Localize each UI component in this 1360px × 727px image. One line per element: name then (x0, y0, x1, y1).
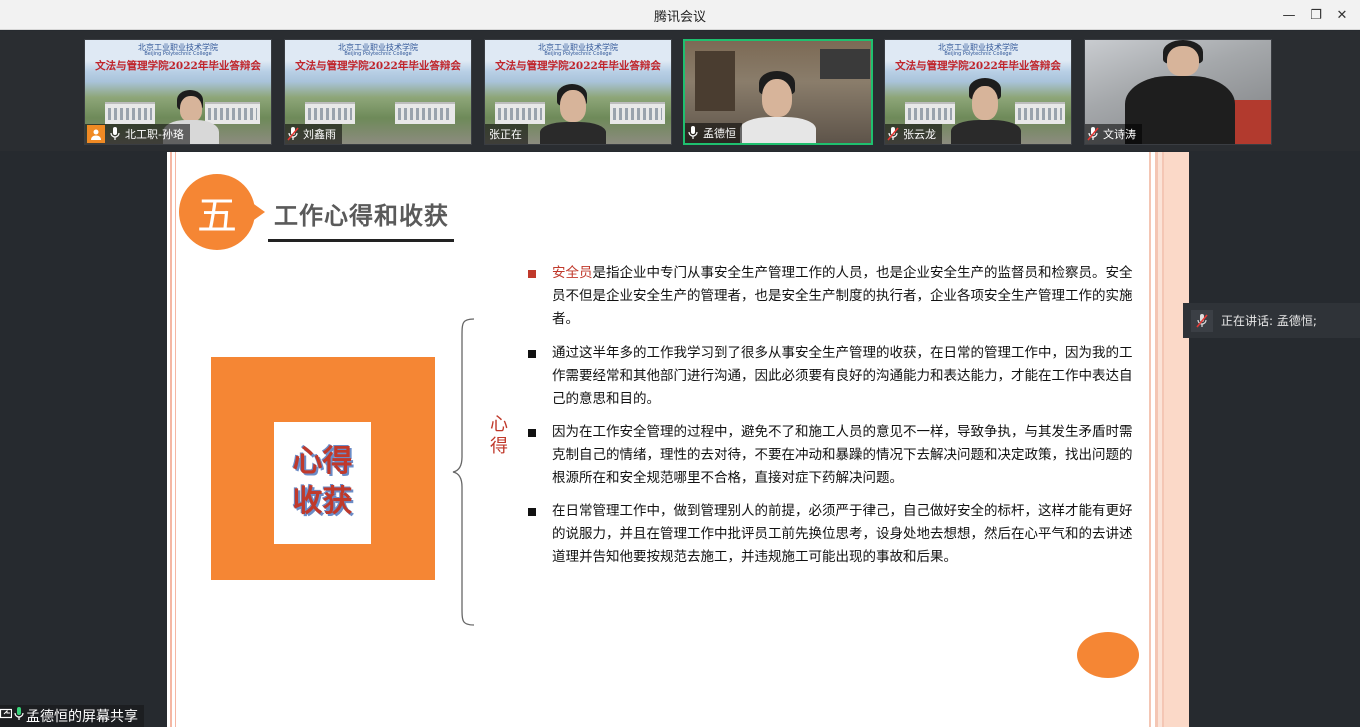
bullet-item-4: 在日常管理工作中，做到管理别人的前提，必须严于律己，自己做好安全的标杆，这样才能… (527, 500, 1139, 569)
person-face (762, 79, 792, 117)
participant-name: 刘鑫雨 (303, 128, 336, 141)
slide-left-border (170, 152, 176, 727)
section-number-pointer (251, 202, 265, 222)
bullet-square-icon (528, 270, 536, 278)
mic-icon (687, 126, 699, 140)
restore-button[interactable]: ❐ (1306, 5, 1326, 25)
banner-school-en: Beijing Polytechnic College (144, 51, 212, 57)
close-button[interactable]: ✕ (1332, 5, 1352, 25)
bullet-text: 通过这半年多的工作我学习到了很多从事安全生产管理的收获，在日常的管理工作中，因为… (552, 345, 1133, 407)
video-tile-1[interactable]: 北京工业职业技术学院 Beijing Polytechnic College 文… (84, 39, 272, 145)
person-face (972, 86, 998, 120)
bullet-item-1: 安全员是指企业中专门从事安全生产管理工作的人员，也是企业安全生产的监督员和检察员… (527, 262, 1139, 331)
building-graphic (495, 102, 545, 124)
banner-school-en: Beijing Polytechnic College (544, 51, 612, 57)
window-title: 腾讯会议 (653, 10, 706, 25)
banner-title: 文法与管理学院2022年毕业答辩会 (495, 60, 661, 72)
speaking-label: 正在讲话: 孟德恒; (1221, 314, 1317, 328)
title-bar: 腾讯会议 — ❐ ✕ (0, 0, 1360, 30)
participant-name: 张云龙 (903, 128, 936, 141)
section-title-underline (268, 239, 454, 242)
bullet-highlight: 安全员 (552, 265, 593, 281)
person-face (1167, 46, 1199, 76)
building-graphic (105, 102, 155, 124)
box-caption: 心得 收获 (274, 442, 371, 522)
speaking-indicator[interactable]: 正在讲话: 孟德恒; (1183, 303, 1360, 338)
shelf-graphic (695, 51, 735, 111)
curly-brace-icon (452, 318, 475, 626)
participant-namebar: 孟德恒 (685, 123, 742, 143)
person-body (540, 122, 606, 144)
section-title: 工作心得和收获 (274, 202, 449, 230)
bullet-item-2: 通过这半年多的工作我学习到了很多从事安全生产管理的收获，在日常的管理工作中，因为… (527, 342, 1139, 411)
bag-graphic (820, 49, 870, 79)
bullet-text: 是指企业中专门从事安全生产管理工作的人员，也是企业安全生产的监督员和检察员。安全… (552, 265, 1133, 327)
mic-muted-icon (1191, 309, 1213, 332)
video-tile-6[interactable]: 文诗涛 (1084, 39, 1272, 145)
bullet-text: 因为在工作安全管理的过程中，避免不了和施工人员的意见不一样，导致争执，与其发生矛… (552, 424, 1133, 486)
participant-name: 孟德恒 (703, 127, 736, 140)
participant-namebar: 文诗涛 (1085, 124, 1142, 144)
person-face (180, 96, 202, 122)
building-graphic (905, 102, 955, 124)
user-avatar-icon (87, 125, 105, 143)
video-tile-4-active[interactable]: 孟德恒 (683, 39, 873, 145)
participant-name: 文诗涛 (1103, 128, 1136, 141)
shared-screen[interactable]: 五 工作心得和收获 心得 收获 心得 安全员是指企业中专门从事安全生产管理工作的… (167, 152, 1189, 727)
banner-title: 文法与管理学院2022年毕业答辩会 (895, 60, 1061, 72)
box-caption-line-1: 心得 (292, 444, 353, 479)
person-body (951, 120, 1021, 144)
banner-title: 文法与管理学院2022年毕业答辩会 (295, 60, 461, 72)
mic-muted-icon (887, 127, 899, 141)
section-number-circle: 五 (179, 174, 255, 250)
video-tile-2[interactable]: 北京工业职业技术学院 Beijing Polytechnic College 文… (284, 39, 472, 145)
building-graphic (610, 102, 665, 124)
mic-muted-icon (287, 127, 299, 141)
screen-share-label[interactable]: 孟德恒的屏幕共享 (0, 705, 144, 727)
brace-label: 心得 (490, 414, 508, 457)
building-graphic (1015, 102, 1065, 124)
bullet-item-3: 因为在工作安全管理的过程中，避免不了和施工人员的意见不一样，导致争执，与其发生矛… (527, 421, 1139, 490)
participant-name: 张正在 (489, 128, 522, 141)
building-graphic (205, 102, 260, 124)
bullet-square-icon (528, 429, 536, 437)
participant-name: 北工职-孙珞 (125, 128, 184, 141)
participant-namebar: 张正在 (485, 124, 528, 144)
minimize-button[interactable]: — (1279, 5, 1299, 25)
building-graphic (395, 102, 455, 124)
person-face (560, 90, 586, 122)
person-body (740, 117, 816, 143)
slide-right-stripes (1145, 152, 1189, 727)
banner-school-en: Beijing Polytechnic College (944, 51, 1012, 57)
video-tile-3[interactable]: 北京工业职业技术学院 Beijing Polytechnic College 文… (484, 39, 672, 145)
video-strip: 北京工业职业技术学院 Beijing Polytechnic College 文… (0, 31, 1360, 151)
banner-school-en: Beijing Polytechnic College (344, 51, 412, 57)
mic-icon (14, 707, 24, 725)
mic-muted-icon (1087, 127, 1099, 141)
participant-namebar: 刘鑫雨 (285, 124, 342, 144)
bullet-square-icon (528, 350, 536, 358)
building-graphic (305, 102, 355, 124)
participant-namebar: 张云龙 (885, 124, 942, 144)
mic-icon (109, 127, 121, 141)
screen-share-text: 孟德恒的屏幕共享 (26, 709, 138, 725)
box-caption-line-2: 收获 (292, 484, 353, 519)
participant-namebar: 北工职-孙珞 (85, 124, 190, 144)
screen-share-icon (0, 708, 13, 724)
video-tile-5[interactable]: 北京工业职业技术学院 Beijing Polytechnic College 文… (884, 39, 1072, 145)
bullet-text: 在日常管理工作中，做到管理别人的前提，必须严于律己，自己做好安全的标杆，这样才能… (552, 503, 1133, 565)
banner-title: 文法与管理学院2022年毕业答辩会 (95, 60, 261, 72)
bullet-square-icon (528, 508, 536, 516)
orange-decoration-blob (1077, 632, 1139, 678)
